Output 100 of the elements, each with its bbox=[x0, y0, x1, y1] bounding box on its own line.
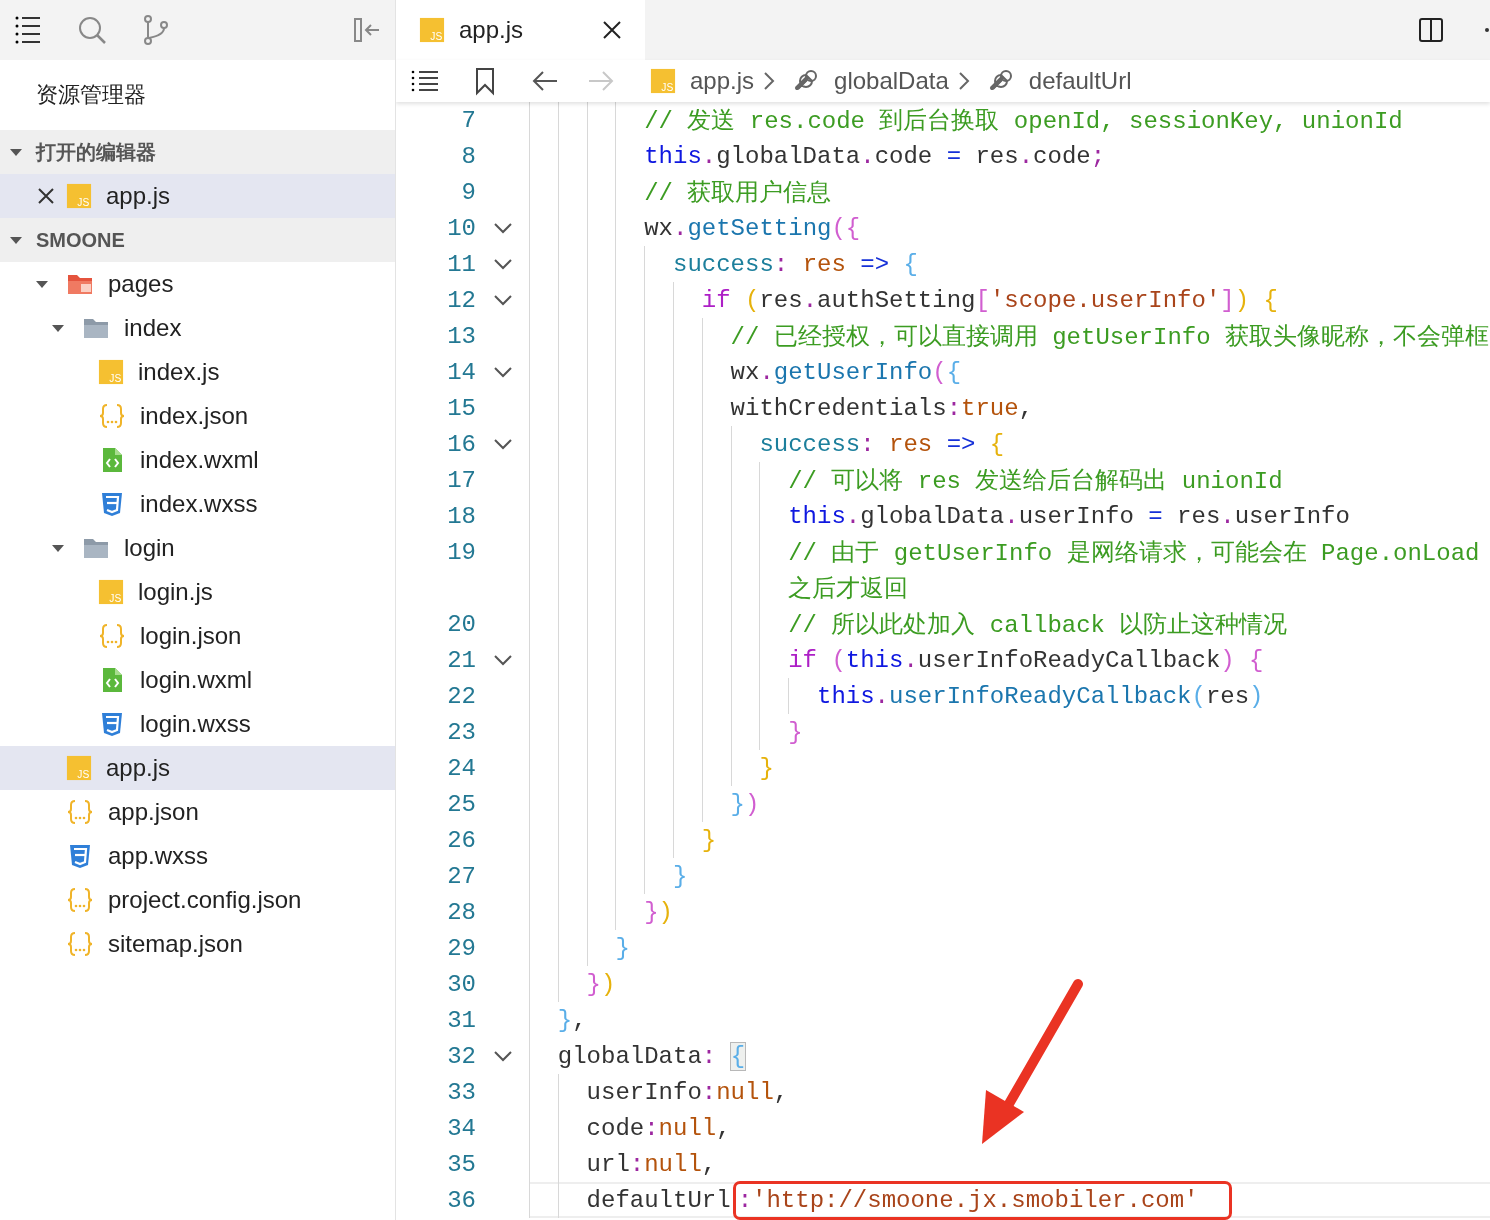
json-file-icon bbox=[66, 886, 94, 914]
file-tree-item[interactable]: login.wxml bbox=[0, 658, 395, 702]
code-line: this.globalData.userInfo = res.userInfo bbox=[788, 502, 1350, 530]
code-line: globalData: { bbox=[557, 1042, 746, 1070]
file-tree-item[interactable]: app.wxss bbox=[0, 834, 395, 878]
file-tree-item[interactable]: pages bbox=[0, 262, 395, 306]
file-tree-item[interactable]: index bbox=[0, 306, 395, 350]
line-number: 7 bbox=[460, 106, 476, 134]
panel-title: 资源管理器 bbox=[35, 81, 147, 109]
code-line: }, bbox=[557, 1006, 587, 1034]
split-editor-icon[interactable] bbox=[1418, 17, 1444, 43]
breadcrumb-item[interactable]: globalData bbox=[792, 67, 949, 95]
line-number: 31 bbox=[446, 1006, 476, 1034]
section-header[interactable]: SMOONE bbox=[0, 218, 395, 262]
line-number: 28 bbox=[446, 898, 476, 926]
fold-chevron-icon[interactable] bbox=[492, 438, 513, 450]
line-number: 34 bbox=[446, 1114, 476, 1142]
line-number: 24 bbox=[446, 754, 476, 782]
code-line: // 所以此处加入 callback 以防止这种情况 bbox=[788, 611, 1288, 640]
json-file-icon bbox=[98, 402, 126, 430]
code-line: }) bbox=[730, 790, 760, 818]
code-line: } bbox=[701, 826, 717, 854]
code-line: userInfo:null, bbox=[586, 1078, 789, 1106]
line-number: 13 bbox=[446, 322, 476, 350]
code-line: url:null, bbox=[586, 1150, 717, 1178]
more-icon[interactable] bbox=[1484, 27, 1490, 33]
fold-chevron-icon[interactable] bbox=[492, 294, 513, 306]
file-tree-item[interactable]: sitemap.json bbox=[0, 922, 395, 966]
line-number: 9 bbox=[460, 178, 476, 206]
code-line: success: res => { bbox=[759, 430, 1005, 458]
breadcrumb-item[interactable]: defaultUrl bbox=[986, 67, 1132, 95]
js-file-icon: JS bbox=[98, 579, 124, 605]
code-line: } bbox=[788, 718, 803, 746]
editor-tab[interactable]: JS app.js bbox=[396, 0, 646, 60]
line-number: 25 bbox=[446, 790, 476, 818]
json-file-icon bbox=[98, 622, 126, 650]
file-tree-item[interactable]: index.wxml bbox=[0, 438, 395, 482]
line-number: 27 bbox=[446, 862, 476, 890]
code-line: // 由于 getUserInfo 是网络请求，可能会在 Page.onLoad bbox=[788, 539, 1480, 568]
line-number: 21 bbox=[446, 646, 476, 674]
line-number: 26 bbox=[446, 826, 476, 854]
section-header[interactable]: 打开的编辑器 bbox=[0, 130, 395, 174]
file-tree-item[interactable]: app.json bbox=[0, 790, 395, 834]
line-number: 30 bbox=[446, 970, 476, 998]
fold-chevron-icon[interactable] bbox=[492, 1050, 513, 1062]
file-tree-item[interactable]: JS login.js bbox=[0, 570, 395, 614]
code-line: } bbox=[615, 934, 630, 962]
line-number: 11 bbox=[446, 250, 476, 278]
line-number: 22 bbox=[446, 682, 476, 710]
line-number: 17 bbox=[446, 466, 476, 494]
open-editor-item[interactable]: JS app.js bbox=[0, 174, 395, 218]
js-file-icon: JS bbox=[650, 68, 676, 94]
file-tree-item[interactable]: project.config.json bbox=[0, 878, 395, 922]
code-line: // 可以将 res 发送给后台解码出 unionId bbox=[788, 467, 1283, 496]
line-number: 35 bbox=[446, 1150, 476, 1178]
close-icon[interactable] bbox=[36, 186, 56, 206]
code-line: success: res => { bbox=[673, 250, 918, 278]
code-line: 之后才返回 bbox=[788, 575, 909, 604]
code-line: // 获取用户信息 bbox=[644, 179, 832, 208]
file-tree-item[interactable]: login.wxss bbox=[0, 702, 395, 746]
code-line: this.globalData.code = res.code; bbox=[644, 142, 1106, 170]
line-number: 16 bbox=[446, 430, 476, 458]
file-tree-item[interactable]: JS app.js bbox=[0, 746, 395, 790]
branch-icon[interactable] bbox=[142, 15, 170, 45]
chevron-right-icon bbox=[762, 70, 777, 92]
fold-chevron-icon[interactable] bbox=[492, 654, 513, 666]
code-line: this.userInfoReadyCallback(res) bbox=[817, 682, 1264, 710]
js-file-icon: JS bbox=[419, 17, 445, 43]
breadcrumb-item[interactable]: JS app.js bbox=[650, 67, 755, 95]
code-line: // 发送 res.code 到后台换取 openId, sessionKey, unionId bbox=[644, 107, 1403, 136]
fold-chevron-icon[interactable] bbox=[492, 222, 513, 234]
annotation-box: :'http://smoone.jx.smobiler.com' bbox=[732, 1180, 1232, 1220]
code-line: code:null, bbox=[586, 1114, 731, 1142]
line-number: 29 bbox=[446, 934, 476, 962]
json-file-icon bbox=[66, 930, 94, 958]
file-tree-item[interactable]: login.json bbox=[0, 614, 395, 658]
code-line: } bbox=[759, 754, 774, 782]
file-tree-item[interactable]: JS index.js bbox=[0, 350, 395, 394]
fold-chevron-icon[interactable] bbox=[492, 258, 513, 270]
line-number: 12 bbox=[446, 286, 476, 314]
js-file-icon: JS bbox=[66, 755, 92, 781]
fold-chevron-icon[interactable] bbox=[492, 366, 513, 378]
line-number: 32 bbox=[446, 1042, 476, 1070]
search-icon[interactable] bbox=[78, 16, 106, 44]
file-tree-item[interactable]: index.json bbox=[0, 394, 395, 438]
line-number: 36 bbox=[446, 1186, 476, 1214]
code-line: }) bbox=[586, 970, 616, 998]
file-tree-item[interactable]: index.wxss bbox=[0, 482, 395, 526]
code-line: wx.getUserInfo({ bbox=[730, 358, 962, 386]
collapse-panel-icon[interactable] bbox=[353, 16, 381, 44]
js-file-icon: JS bbox=[98, 359, 124, 385]
line-number: 23 bbox=[446, 718, 476, 746]
line-number: 14 bbox=[446, 358, 476, 386]
code-line: if (this.userInfoReadyCallback) { bbox=[788, 646, 1264, 674]
code-line: }) bbox=[644, 898, 673, 926]
line-number: 19 bbox=[446, 538, 476, 566]
file-tree-item[interactable]: login bbox=[0, 526, 395, 570]
close-icon[interactable] bbox=[601, 19, 624, 41]
line-number: 18 bbox=[446, 502, 476, 530]
list-icon[interactable] bbox=[14, 14, 42, 46]
